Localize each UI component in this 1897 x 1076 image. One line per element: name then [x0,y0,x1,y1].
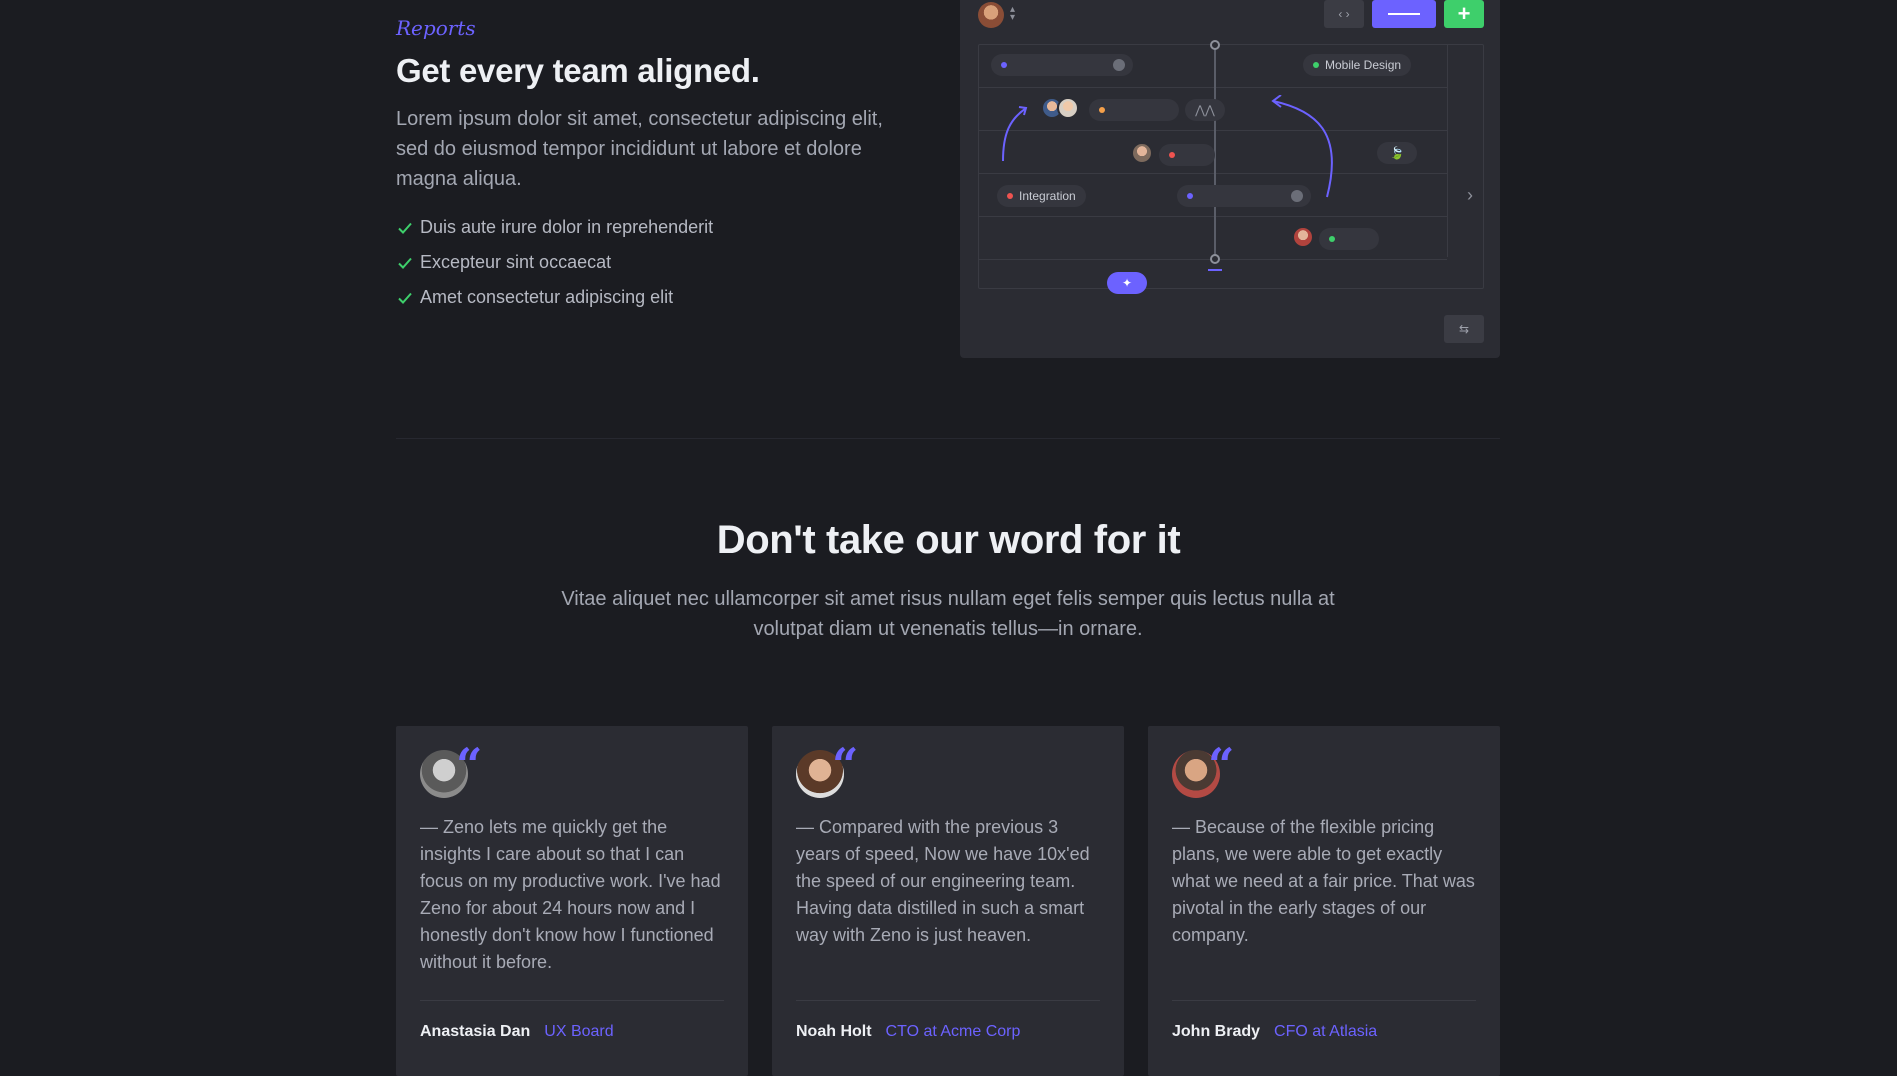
quote-icon: “ [1208,738,1235,792]
status-dot [1007,193,1013,199]
swap-icon[interactable]: ⇆ [1444,315,1484,343]
author-name: John Brady [1172,1023,1261,1040]
section-divider [396,438,1500,439]
checklist-item-label: Duis aute irure dolor in reprehenderit [420,217,714,237]
comment-icon [1113,59,1125,71]
avatar[interactable] [978,2,1004,28]
divider [796,1000,1100,1001]
testimonial-card: “ — Compared with the previous 3 years o… [772,726,1124,1076]
checklist-item: Duis aute irure dolor in reprehenderit [396,210,713,245]
check-icon [398,257,412,269]
author-name: Anastasia Dan [420,1023,531,1040]
task-label: Integration [1019,189,1076,203]
task-bar-mobile-design[interactable]: Mobile Design [1303,54,1412,76]
add-button[interactable]: + [1444,0,1484,28]
testimonial-author: Noah Holt CTO at Acme Corp [796,1023,1020,1041]
testimonial-author: John Brady CFO at Atlasia [1172,1023,1377,1041]
quote-icon: “ [832,738,859,792]
section-eyebrow: Reports [396,16,476,40]
status-dot [1329,236,1335,242]
app-preview-panel: ▴ ▾ ‹ › + Mobile Design ⋀⋀ 🍃 Integration… [960,0,1500,358]
task-bar-integration[interactable]: Integration [997,185,1086,207]
testimonials-title: Don't take our word for it [716,518,1181,562]
divider [420,1000,724,1001]
check-icon [398,222,412,234]
testimonial-quote: — Compared with the previous 3 years of … [796,817,1090,945]
testimonials-subtitle: Vitae aliquet nec ullamcorper sit amet r… [561,588,1335,640]
author-name: Noah Holt [796,1023,872,1040]
testimonial-card: “ — Because of the flexible pricing plan… [1148,726,1500,1076]
dependency-arrow-icon [1271,95,1333,198]
status-dot [1187,193,1193,199]
task-bar[interactable] [1159,144,1215,166]
testimonial-card: “ — Zeno lets me quickly get the insight… [396,726,748,1076]
checklist-item: Amet consectetur adipiscing elit [396,280,713,315]
activity-icon[interactable]: ⋀⋀ [1185,99,1225,121]
today-marker-handle[interactable] [1210,254,1220,264]
leaf-icon[interactable]: 🍃 [1377,142,1417,164]
feature-title: Get every team aligned. [396,52,760,89]
testimonial-quote: — Because of the flexible pricing plans,… [1172,817,1475,945]
chevron-right-icon[interactable]: › [1467,185,1473,206]
status-dot [1001,62,1007,68]
timeline-grid: Mobile Design ⋀⋀ 🍃 Integration ✦ › [978,40,1484,294]
author-role: CFO at Atlasia [1274,1023,1378,1040]
task-bar[interactable] [991,54,1133,76]
minus-icon [1388,13,1420,15]
checklist-item: Excepteur sint occaecat [396,245,713,280]
today-marker-indicator [1208,269,1222,271]
divider [1172,1000,1476,1001]
status-dot [1313,62,1319,68]
checklist-item-label: Amet consectetur adipiscing elit [420,287,674,307]
status-dot [1169,152,1175,158]
feature-lead: Lorem ipsum dolor sit amet, consectetur … [396,108,883,190]
checklist-item-label: Excepteur sint occaecat [420,252,612,272]
author-role: CTO at Acme Corp [885,1023,1021,1040]
author-role: UX Board [544,1023,614,1040]
feature-checklist: Duis aute irure dolor in reprehenderit E… [396,210,713,315]
check-icon [398,292,412,304]
testimonial-quote: — Zeno lets me quickly get the insights … [420,817,721,972]
avatar [1057,97,1079,119]
code-view-button[interactable]: ‹ › [1324,0,1364,28]
today-marker-handle[interactable] [1210,40,1220,50]
status-dot [1099,107,1105,113]
sort-icon[interactable]: ▴ ▾ [1010,5,1015,23]
quote-icon: “ [456,738,483,792]
magic-wand-button[interactable]: ✦ [1107,272,1147,294]
task-label: Mobile Design [1325,58,1402,72]
avatar [1131,142,1153,164]
dependency-arrow-icon [1002,106,1028,162]
testimonial-author: Anastasia Dan UX Board [420,1023,614,1041]
timeline-view-button[interactable] [1372,0,1436,28]
task-bar[interactable] [1089,99,1179,121]
column-divider [1447,45,1448,257]
